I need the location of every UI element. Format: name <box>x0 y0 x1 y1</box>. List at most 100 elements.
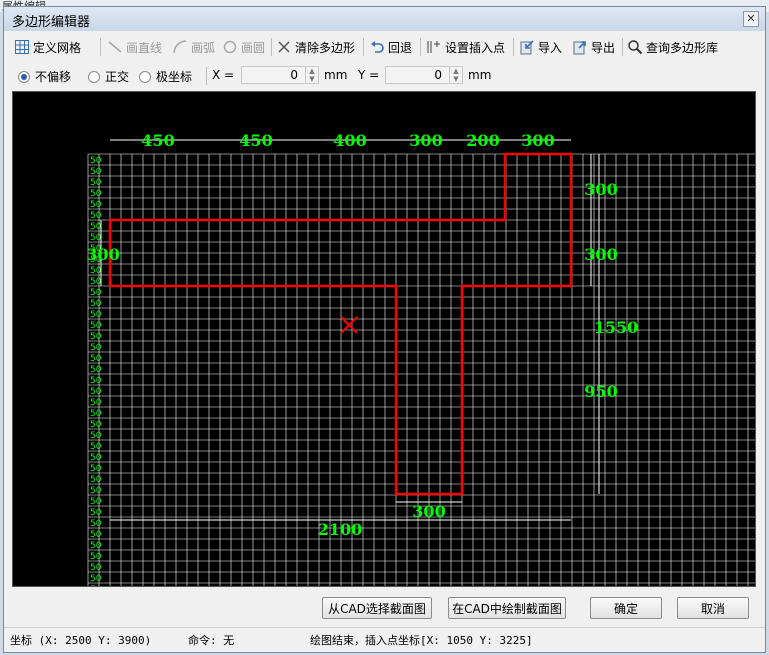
radio-dot <box>88 70 100 83</box>
x-value: 0 <box>290 68 298 82</box>
row-label: 50 <box>90 376 102 386</box>
separator <box>271 38 272 56</box>
import-label: 导入 <box>538 40 563 55</box>
import-icon <box>520 40 534 55</box>
draw-line-button[interactable]: 画直线 <box>107 38 162 56</box>
row-label: 50 <box>90 233 102 243</box>
set-insert-point-label: 设置插入点 <box>445 40 506 55</box>
undo-label: 回退 <box>388 40 413 55</box>
top-dim-label: 300 <box>521 131 554 150</box>
query-library-label: 查询多边形库 <box>646 40 719 55</box>
x-unit: mm <box>324 68 348 82</box>
define-grid-label: 定义网格 <box>33 40 82 55</box>
no-offset-radio[interactable]: 不偏移 <box>18 68 71 85</box>
right-dim-label: 950 <box>584 382 617 401</box>
row-label: 50 <box>90 508 102 518</box>
row-label: 50 <box>90 563 102 573</box>
separator <box>206 67 207 85</box>
top-dim-label: 400 <box>333 131 366 150</box>
separator <box>622 38 623 56</box>
options-row: 不偏移 正交 极坐标 X = 0 ▲ ▼ mm Y = 0 ▲ ▼ mm <box>8 63 760 89</box>
row-labels: 5050505050505050505050505050505050505050… <box>90 156 102 586</box>
row-label: 50 <box>90 266 102 276</box>
spin-arrows-icon[interactable]: ▲ ▼ <box>305 67 318 83</box>
separator <box>100 38 101 56</box>
draw-line-label: 画直线 <box>126 40 163 55</box>
row-label: 50 <box>90 585 102 586</box>
top-dim-label: 450 <box>141 131 174 150</box>
right-dim-label: 300 <box>584 180 617 199</box>
row-label: 50 <box>90 365 102 375</box>
row-label: 50 <box>90 310 102 320</box>
row-label: 50 <box>90 222 102 232</box>
x-input[interactable]: 0 ▲ ▼ <box>241 66 319 84</box>
no-offset-label: 不偏移 <box>35 70 72 84</box>
undo-icon <box>371 41 384 53</box>
x-label: X = <box>212 68 235 82</box>
row-label: 50 <box>90 453 102 463</box>
row-label: 50 <box>90 497 102 507</box>
import-button[interactable]: 导入 <box>519 38 562 56</box>
line-icon <box>108 41 122 53</box>
define-grid-button[interactable]: 定义网格 <box>14 38 81 56</box>
search-icon <box>628 40 643 55</box>
row-label: 50 <box>90 167 102 177</box>
draw-in-cad-button[interactable]: 在CAD中绘制截面图 <box>448 597 566 619</box>
y-value: 0 <box>434 68 442 82</box>
row-label: 50 <box>90 574 102 584</box>
arc-icon <box>173 40 187 54</box>
row-label: 50 <box>90 211 102 221</box>
top-dim-label: 300 <box>409 131 442 150</box>
row-label: 50 <box>90 200 102 210</box>
insert-point-icon <box>427 41 440 53</box>
draw-arc-label: 画弧 <box>191 40 216 55</box>
set-insert-point-button[interactable]: 设置插入点 <box>426 38 505 56</box>
separator <box>513 38 514 56</box>
row-label: 50 <box>90 343 102 353</box>
title-bar[interactable]: 多边形编辑器 ✕ <box>4 7 765 31</box>
status-bar: 坐标 (X: 2500 Y: 3900) 命令: 无 绘图结束，插入点坐标[X:… <box>4 627 765 648</box>
row-label: 50 <box>90 277 102 287</box>
separator <box>363 38 364 56</box>
draw-circle-button[interactable]: 画圆 <box>222 38 265 56</box>
select-from-cad-button[interactable]: 从CAD选择截面图 <box>322 597 432 619</box>
polar-label: 极坐标 <box>156 70 193 84</box>
ortho-radio[interactable]: 正交 <box>88 68 129 85</box>
export-icon <box>573 41 586 55</box>
spin-arrows-icon[interactable]: ▲ ▼ <box>449 67 462 83</box>
window-title: 多边形编辑器 <box>12 15 91 30</box>
close-icon: ✕ <box>746 12 756 25</box>
separator <box>420 38 421 56</box>
bottom-inner-dim-label: 300 <box>412 502 445 521</box>
circle-icon <box>223 40 237 54</box>
close-button[interactable]: ✕ <box>743 11 759 27</box>
y-input[interactable]: 0 ▲ ▼ <box>385 66 463 84</box>
y-unit: mm <box>468 68 492 82</box>
status-command: 命令: 无 <box>188 634 235 647</box>
drawing-canvas[interactable]: 50 50 50 50 50 50 50 50 50 50 50 50 50 50 50 50 50 50 50 50… <box>12 91 756 587</box>
row-label: 50 <box>90 486 102 496</box>
draw-arc-button[interactable]: 画弧 <box>172 38 215 56</box>
clear-polygon-button[interactable]: 清除多边形 <box>276 38 355 56</box>
row-label: 50 <box>90 156 102 166</box>
export-label: 导出 <box>591 40 616 55</box>
status-message: 绘图结束，插入点坐标[X: 1050 Y: 3225] <box>310 634 533 647</box>
query-library-button[interactable]: 查询多边形库 <box>627 38 718 56</box>
right-dim-label: 300 <box>584 245 617 264</box>
row-label: 50 <box>90 178 102 188</box>
cancel-button[interactable]: 取消 <box>677 597 749 619</box>
ok-button[interactable]: 确定 <box>590 597 662 619</box>
grid-icon <box>15 40 29 54</box>
clear-x-icon <box>278 41 290 53</box>
polar-radio[interactable]: 极坐标 <box>139 68 192 85</box>
row-label: 50 <box>90 387 102 397</box>
row-label: 50 <box>90 288 102 298</box>
row-label: 50 <box>90 552 102 562</box>
polygon-outline <box>108 152 573 496</box>
y-label: Y = <box>358 68 380 82</box>
row-label: 50 <box>90 475 102 485</box>
undo-button[interactable]: 回退 <box>369 38 412 56</box>
clear-polygon-label: 清除多边形 <box>295 40 356 55</box>
export-button[interactable]: 导出 <box>572 38 615 56</box>
right-dim-label: 1550 <box>594 318 639 337</box>
